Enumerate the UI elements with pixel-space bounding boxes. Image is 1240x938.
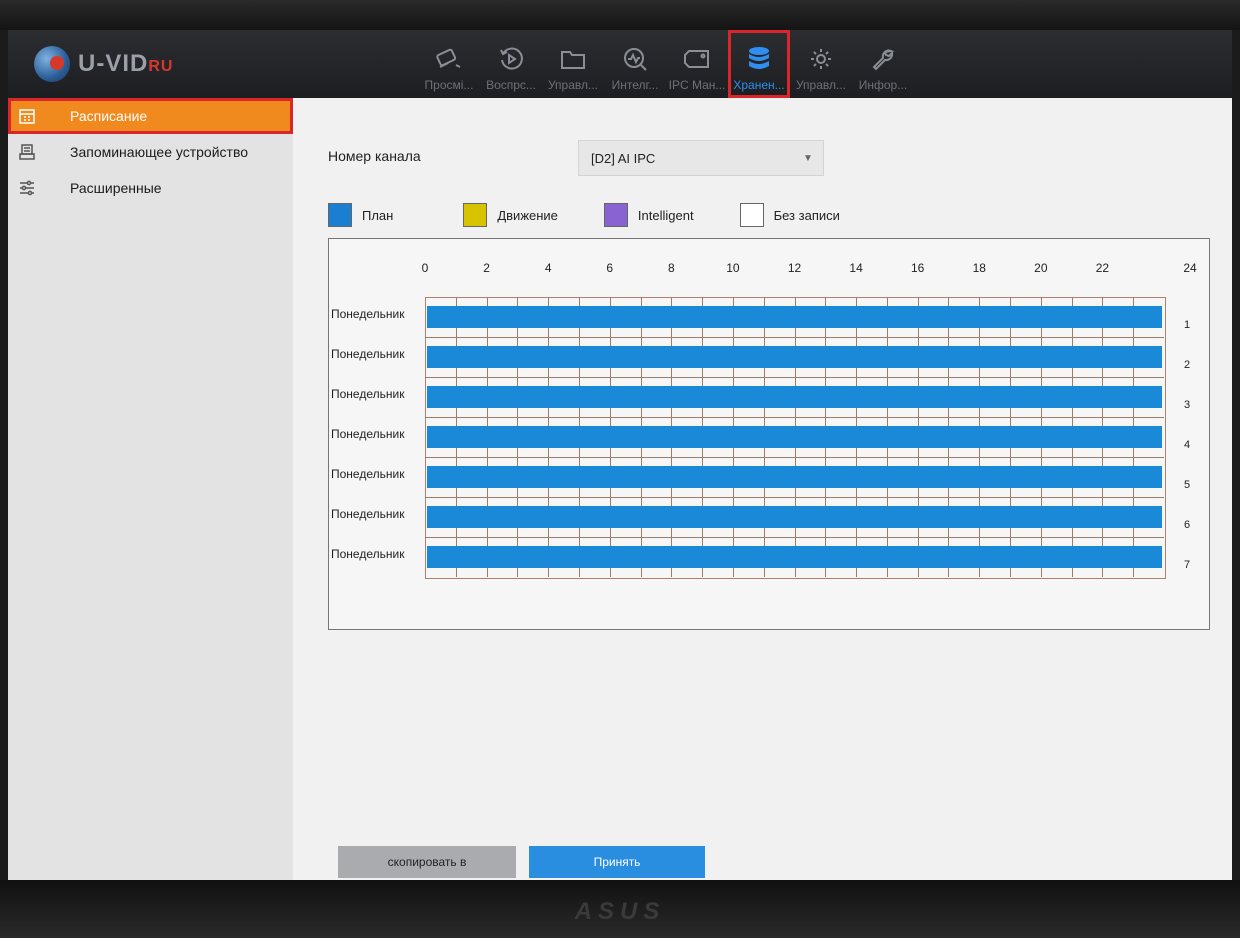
legend-swatch-plan — [328, 203, 352, 227]
schedule-bar-plan[interactable] — [427, 386, 1162, 408]
camera-icon — [434, 44, 464, 74]
row-number: 4 — [1184, 439, 1191, 451]
apply-button[interactable]: Принять — [529, 846, 705, 878]
row-number: 5 — [1184, 479, 1191, 491]
row-divider — [425, 537, 1164, 538]
logo-text: U-VID — [78, 50, 149, 77]
schedule-bar-plan[interactable] — [427, 346, 1162, 368]
logo-suffix: RU — [148, 58, 174, 75]
chevron-down-icon: ▼ — [803, 152, 813, 164]
row-number: 7 — [1184, 559, 1191, 571]
hour-label: 8 — [667, 261, 675, 275]
gear-icon — [806, 44, 836, 74]
channel-select-value: [D2] AI IPC — [591, 150, 656, 166]
legend-swatch-motion — [463, 203, 488, 227]
storage-icon — [744, 44, 774, 74]
hour-label: 6 — [606, 261, 614, 275]
row-divider — [425, 417, 1164, 418]
sidebar-item-label: Расписание — [70, 108, 148, 124]
schedule-bar-plan[interactable] — [427, 306, 1162, 328]
top-nav: Просмі... Воспрс... Управл... Интелг... — [418, 30, 914, 98]
hour-label: 0 — [421, 261, 429, 275]
sidebar-item-schedule[interactable]: Расписание — [8, 98, 293, 134]
hour-label: 2 — [483, 261, 490, 275]
nav-playback[interactable]: Воспрс... — [480, 30, 542, 98]
schedule-grid[interactable]: 0 2 4 6 8 10 12 14 16 18 20 22 24 Понедельник 1 Понедел… — [328, 238, 1210, 630]
channel-label: Номер канала — [328, 148, 421, 164]
calendar-icon — [18, 107, 36, 125]
hour-label: 12 — [787, 261, 802, 275]
day-label: Понедельник — [331, 387, 405, 401]
legend-item-motion[interactable]: Движение — [463, 203, 558, 227]
hour-label: 18 — [972, 261, 986, 275]
schedule-bar-plan[interactable] — [427, 466, 1162, 488]
row-divider — [425, 457, 1164, 458]
hour-label: 4 — [544, 261, 552, 275]
schedule-bar-plan[interactable] — [427, 426, 1162, 448]
row-divider — [425, 377, 1164, 378]
legend-item-plan[interactable]: План — [328, 203, 393, 227]
hour-label: 16 — [910, 261, 925, 275]
day-label: Понедельник — [331, 467, 405, 481]
wrench-icon — [868, 44, 898, 74]
hour-label: 14 — [849, 261, 863, 275]
sliders-icon — [18, 179, 36, 197]
row-number: 2 — [1184, 359, 1191, 371]
hdd-icon — [18, 143, 36, 161]
dvr-screen: U-VIDRU Просмі... Воспрс... Управл... Ин… — [8, 30, 1232, 880]
sidebar-item-label: Запоминающее устройство — [70, 144, 249, 160]
channel-select[interactable]: [D2] AI IPC ▼ — [578, 140, 824, 176]
row-number: 6 — [1184, 519, 1191, 531]
brand-logo: U-VIDRU — [34, 46, 173, 82]
sidebar-item-advanced[interactable]: Расширенные — [8, 170, 293, 206]
legend-item-no-record[interactable]: Без записи — [739, 203, 840, 227]
nav-ipc-management[interactable]: IPC Ман... — [666, 30, 728, 98]
copy-to-button[interactable]: скопировать в — [338, 846, 516, 878]
sidebar: Расписание Запоминающее устройство Расши… — [8, 98, 293, 880]
nav-intelligent[interactable]: Интелг... — [604, 30, 666, 98]
day-label: Понедельник — [331, 307, 405, 321]
analytics-icon — [620, 44, 650, 74]
monitor-bezel-bottom: ASUS — [0, 880, 1240, 938]
top-navigation-bar: U-VIDRU Просмі... Воспрс... Управл... Ин… — [8, 30, 1232, 98]
day-label: Понедельник — [331, 427, 405, 441]
legend: План Движение Intelligent Без записи — [328, 203, 886, 227]
day-label: Понедельник — [331, 347, 405, 361]
sidebar-item-storage-device[interactable]: Запоминающее устройство — [8, 134, 293, 170]
legend-item-intelligent[interactable]: Intelligent — [603, 203, 694, 227]
sidebar-item-label: Расширенные — [70, 180, 162, 196]
schedule-bar-plan[interactable] — [427, 546, 1162, 568]
row-number: 1 — [1184, 319, 1191, 331]
main-content: Номер канала [D2] AI IPC ▼ План Движение… — [293, 98, 1232, 880]
schedule-bar-plan[interactable] — [427, 506, 1162, 528]
logo-globe-icon — [34, 46, 70, 82]
day-label: Понедельник — [331, 507, 405, 521]
playback-icon — [496, 44, 526, 74]
nav-storage[interactable]: Хранен... — [728, 30, 790, 98]
nav-file-management[interactable]: Управл... — [542, 30, 604, 98]
nav-system-management[interactable]: Управл... — [790, 30, 852, 98]
nav-live-view[interactable]: Просмі... — [418, 30, 480, 98]
row-divider — [425, 497, 1164, 498]
monitor-brand-logo: ASUS — [574, 898, 666, 925]
row-divider — [425, 337, 1164, 338]
nav-information[interactable]: Инфор... — [852, 30, 914, 98]
legend-swatch-no-record — [739, 203, 764, 227]
ipc-icon — [682, 44, 712, 74]
folder-icon — [558, 44, 588, 74]
legend-swatch-intelligent — [603, 203, 628, 227]
hour-label: 10 — [726, 261, 740, 275]
monitor-bezel-top — [0, 0, 1240, 30]
hour-label: 24 — [1183, 261, 1197, 275]
day-label: Понедельник — [331, 547, 405, 561]
hour-label: 20 — [1034, 261, 1048, 275]
row-number: 3 — [1184, 399, 1191, 411]
hour-label: 22 — [1095, 261, 1110, 275]
